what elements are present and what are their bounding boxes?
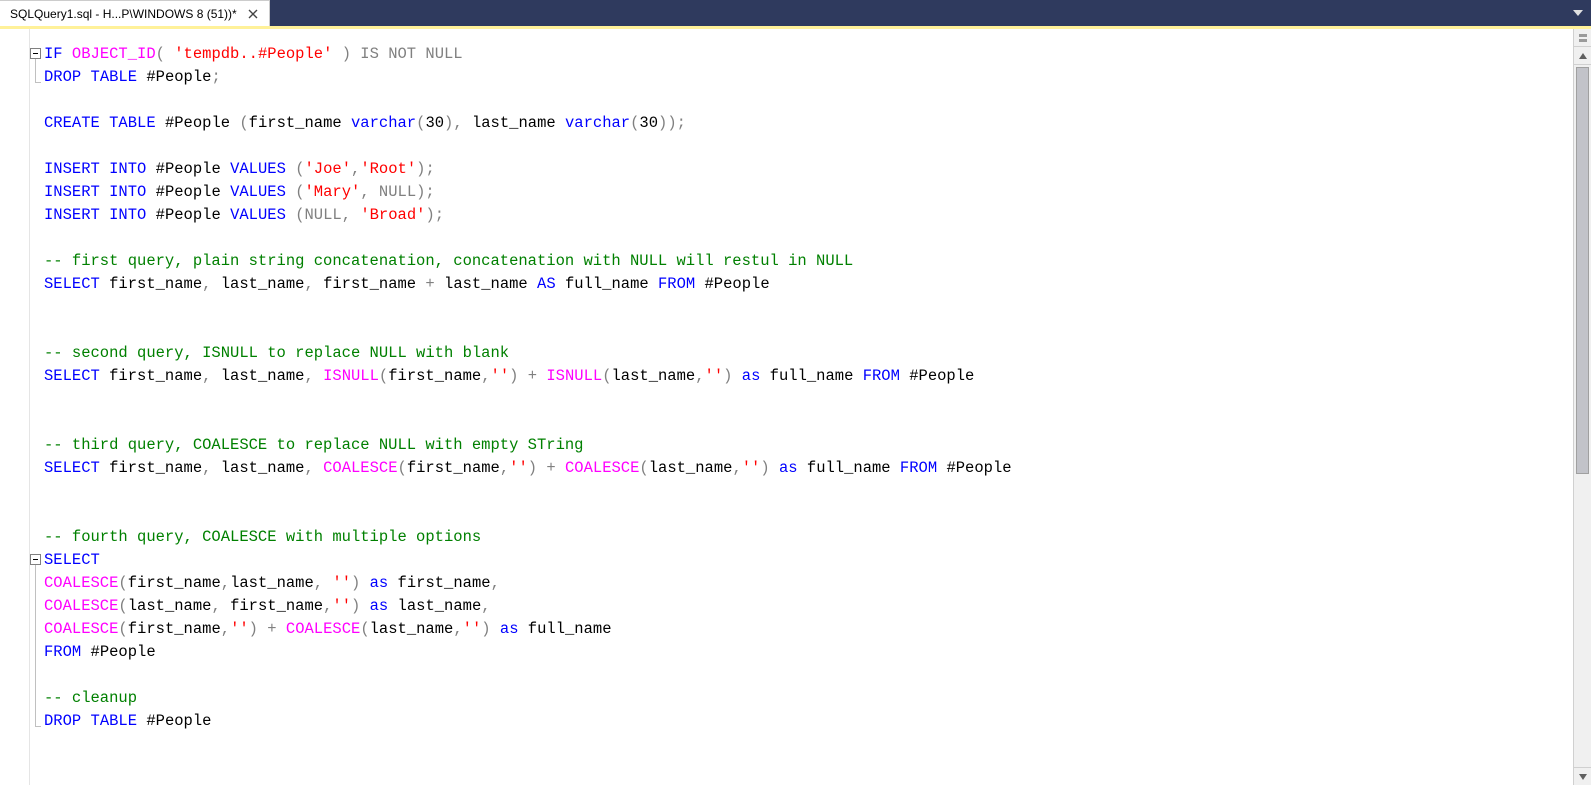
collapse-toggle-icon[interactable] xyxy=(30,554,41,565)
editor-area: IF OBJECT_ID( 'tempdb..#People' ) IS NOT… xyxy=(0,29,1591,785)
scroll-down-icon[interactable] xyxy=(1574,767,1591,785)
outline-end xyxy=(35,726,41,727)
code-editor[interactable]: IF OBJECT_ID( 'tempdb..#People' ) IS NOT… xyxy=(44,29,1573,785)
tab-bar: SQLQuery1.sql - H...P\WINDOWS 8 (51))* xyxy=(0,0,1591,26)
tab-overflow-dropdown[interactable] xyxy=(1569,0,1587,26)
outline-gutter[interactable] xyxy=(30,29,44,785)
outline-line xyxy=(35,565,36,726)
tab-sqlquery1[interactable]: SQLQuery1.sql - H...P\WINDOWS 8 (51))* xyxy=(0,0,270,26)
right-scroll-strip xyxy=(1573,29,1591,785)
horizontal-split-handle-icon[interactable] xyxy=(1574,29,1591,47)
scrollbar-thumb[interactable] xyxy=(1576,67,1589,474)
close-icon[interactable] xyxy=(245,6,261,22)
outline-line xyxy=(35,59,36,82)
code-text[interactable]: IF OBJECT_ID( 'tempdb..#People' ) IS NOT… xyxy=(44,29,1573,753)
selection-margin[interactable] xyxy=(0,29,30,785)
vertical-scrollbar[interactable] xyxy=(1574,65,1591,767)
scroll-up-icon[interactable] xyxy=(1574,47,1591,65)
collapse-toggle-icon[interactable] xyxy=(30,48,41,59)
tab-title: SQLQuery1.sql - H...P\WINDOWS 8 (51))* xyxy=(10,7,237,21)
outline-end xyxy=(35,82,41,83)
